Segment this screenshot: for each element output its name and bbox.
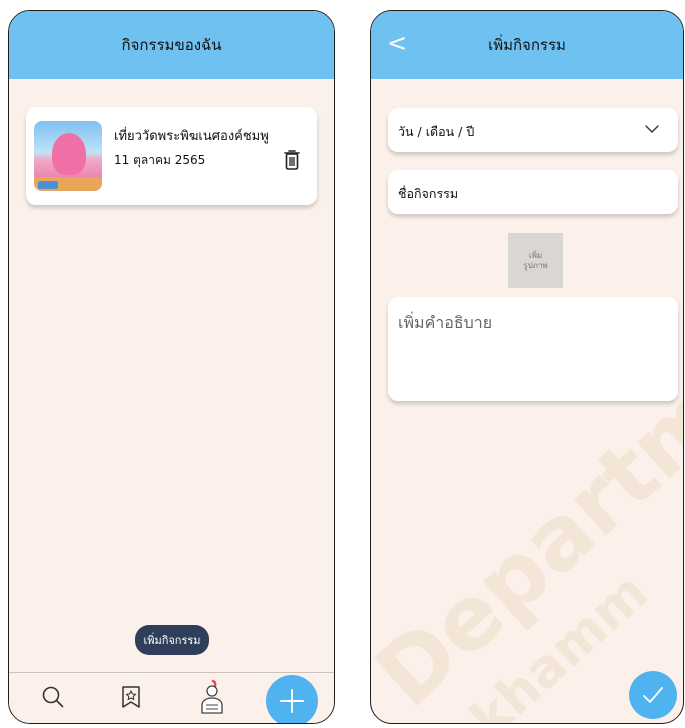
activity-title: เที่ยววัดพระพิฆเนศองค์ชมพู [114, 129, 269, 144]
description-field[interactable]: เพิ่มคำอธิบาย [388, 297, 678, 401]
activity-name-placeholder: ชื่อกิจกรรม [398, 186, 459, 201]
bottom-nav [9, 672, 334, 723]
page-title: เพิ่มกิจกรรม [488, 36, 566, 54]
add-activity-screen: < เพิ่มกิจกรรม Department khamm วัน / เด… [370, 10, 684, 724]
header: < เพิ่มกิจกรรม [371, 11, 683, 79]
search-icon[interactable] [39, 683, 67, 711]
confirm-button[interactable] [629, 671, 677, 719]
activity-date: 11 ตุลาคม 2565 [114, 153, 206, 167]
activity-card[interactable]: เที่ยววัดพระพิฆเนศองค์ชมพู 11 ตุลาคม 256… [26, 107, 317, 205]
plus-icon [280, 689, 304, 713]
trash-icon[interactable] [283, 149, 301, 171]
page-title: กิจกรรมของฉัน [121, 36, 222, 54]
bookmark-star-icon[interactable] [117, 683, 145, 711]
chevron-down-icon [645, 125, 659, 133]
add-image-button[interactable]: เพิ่ม รูปภาพ [508, 233, 563, 288]
date-select-value: วัน / เดือน / ปี [398, 124, 475, 139]
description-placeholder: เพิ่มคำอธิบาย [398, 313, 493, 332]
date-select[interactable]: วัน / เดือน / ปี [388, 108, 678, 152]
my-activities-screen: กิจกรรมของฉัน เที่ยววัดพระพิฆเนศองค์ชมพู… [8, 10, 335, 724]
header: กิจกรรมของฉัน [9, 11, 334, 79]
add-image-label-1: เพิ่ม [528, 250, 543, 260]
activity-thumbnail [34, 121, 102, 191]
checkmark-icon [643, 687, 663, 703]
add-image-label-2: รูปภาพ [523, 260, 548, 270]
activity-name-field[interactable]: ชื่อกิจกรรม [388, 170, 678, 214]
add-activity-button[interactable] [266, 675, 318, 723]
add-activity-tooltip: เพิ่มกิจกรรม [135, 625, 209, 655]
back-button[interactable]: < [387, 29, 407, 57]
user-profile-icon[interactable] [197, 679, 227, 715]
